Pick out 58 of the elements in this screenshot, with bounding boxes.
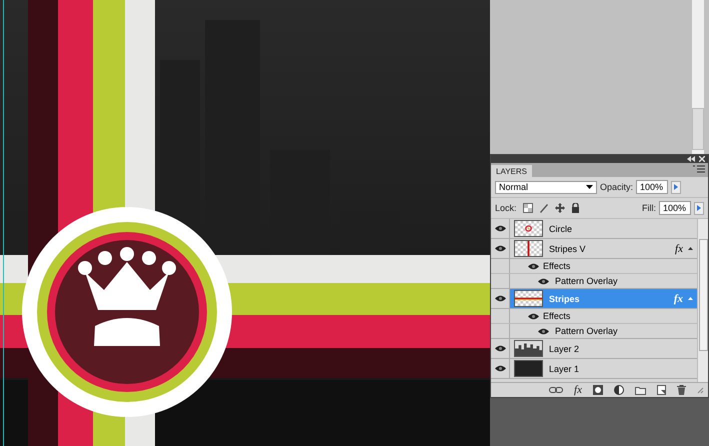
- layer-name: Stripes V: [549, 244, 587, 254]
- eye-icon[interactable]: [494, 345, 506, 352]
- eye-icon[interactable]: [528, 312, 539, 320]
- layer-thumbnail: [514, 240, 543, 257]
- opacity-label: Opacity:: [600, 182, 634, 192]
- eye-icon[interactable]: [528, 262, 539, 270]
- resize-grip-icon[interactable]: [697, 386, 704, 394]
- effects-label: Effects: [543, 261, 570, 271]
- brush-icon[interactable]: [538, 203, 549, 213]
- arrow-icon: [674, 184, 678, 190]
- padlock-icon[interactable]: [570, 203, 580, 213]
- layer-thumbnail: [514, 290, 543, 307]
- layer-row[interactable]: Stripes V fx: [491, 239, 697, 259]
- move-icon[interactable]: [554, 203, 565, 213]
- layers-scrollbar[interactable]: [697, 219, 708, 382]
- eye-icon[interactable]: [494, 295, 506, 302]
- close-icon[interactable]: [699, 156, 705, 162]
- eye-icon[interactable]: [494, 225, 506, 232]
- fx-label: fx: [674, 292, 683, 304]
- layer-style-button[interactable]: fx: [574, 384, 582, 396]
- layer-name: Stripes: [549, 294, 581, 304]
- layer-thumbnail: [514, 220, 543, 237]
- layer-row[interactable]: Layer 1: [491, 359, 697, 379]
- scrollbar[interactable]: [692, 0, 704, 154]
- eye-icon[interactable]: [538, 278, 549, 284]
- layer-row[interactable]: Layer 2: [491, 339, 697, 359]
- fill-arrow-button[interactable]: [694, 202, 704, 214]
- mask-icon[interactable]: [593, 385, 603, 395]
- lock-transparency-icon[interactable]: [522, 203, 533, 213]
- menu-icon[interactable]: [693, 165, 705, 174]
- caret-icon: [586, 185, 593, 189]
- half-circle-icon[interactable]: [614, 385, 624, 395]
- effect-name: Pattern Overlay: [555, 276, 618, 286]
- folder-icon[interactable]: [635, 386, 646, 394]
- layer-row[interactable]: Circle: [491, 219, 697, 239]
- layer-thumbnail: [514, 340, 543, 357]
- lock-label: Lock:: [495, 203, 517, 213]
- fx-label: fx: [675, 242, 683, 254]
- eye-icon[interactable]: [494, 365, 506, 372]
- opacity-arrow-button[interactable]: [671, 180, 682, 194]
- effects-label: Effects: [543, 311, 570, 321]
- link-icon[interactable]: [549, 386, 564, 394]
- arrow-icon: [697, 205, 701, 211]
- blend-mode-dropdown[interactable]: Normal: [495, 180, 597, 194]
- fill-field[interactable]: 100%: [659, 201, 691, 215]
- layer-name: Layer 2: [549, 344, 580, 354]
- new-layer-icon[interactable]: [657, 385, 666, 395]
- layer-thumbnail: [514, 360, 543, 377]
- eye-icon[interactable]: [538, 328, 549, 334]
- opacity-field[interactable]: 100%: [636, 180, 668, 194]
- trash-icon[interactable]: [677, 385, 686, 395]
- panel-tab[interactable]: LAYERS: [491, 165, 532, 177]
- effect-name: Pattern Overlay: [555, 326, 618, 336]
- fill-label: Fill:: [642, 203, 656, 213]
- layer-name: Circle: [549, 224, 574, 234]
- collapse-arrow-icon[interactable]: [688, 247, 693, 250]
- layer-name: Layer 1: [549, 364, 580, 374]
- eye-icon[interactable]: [494, 245, 506, 252]
